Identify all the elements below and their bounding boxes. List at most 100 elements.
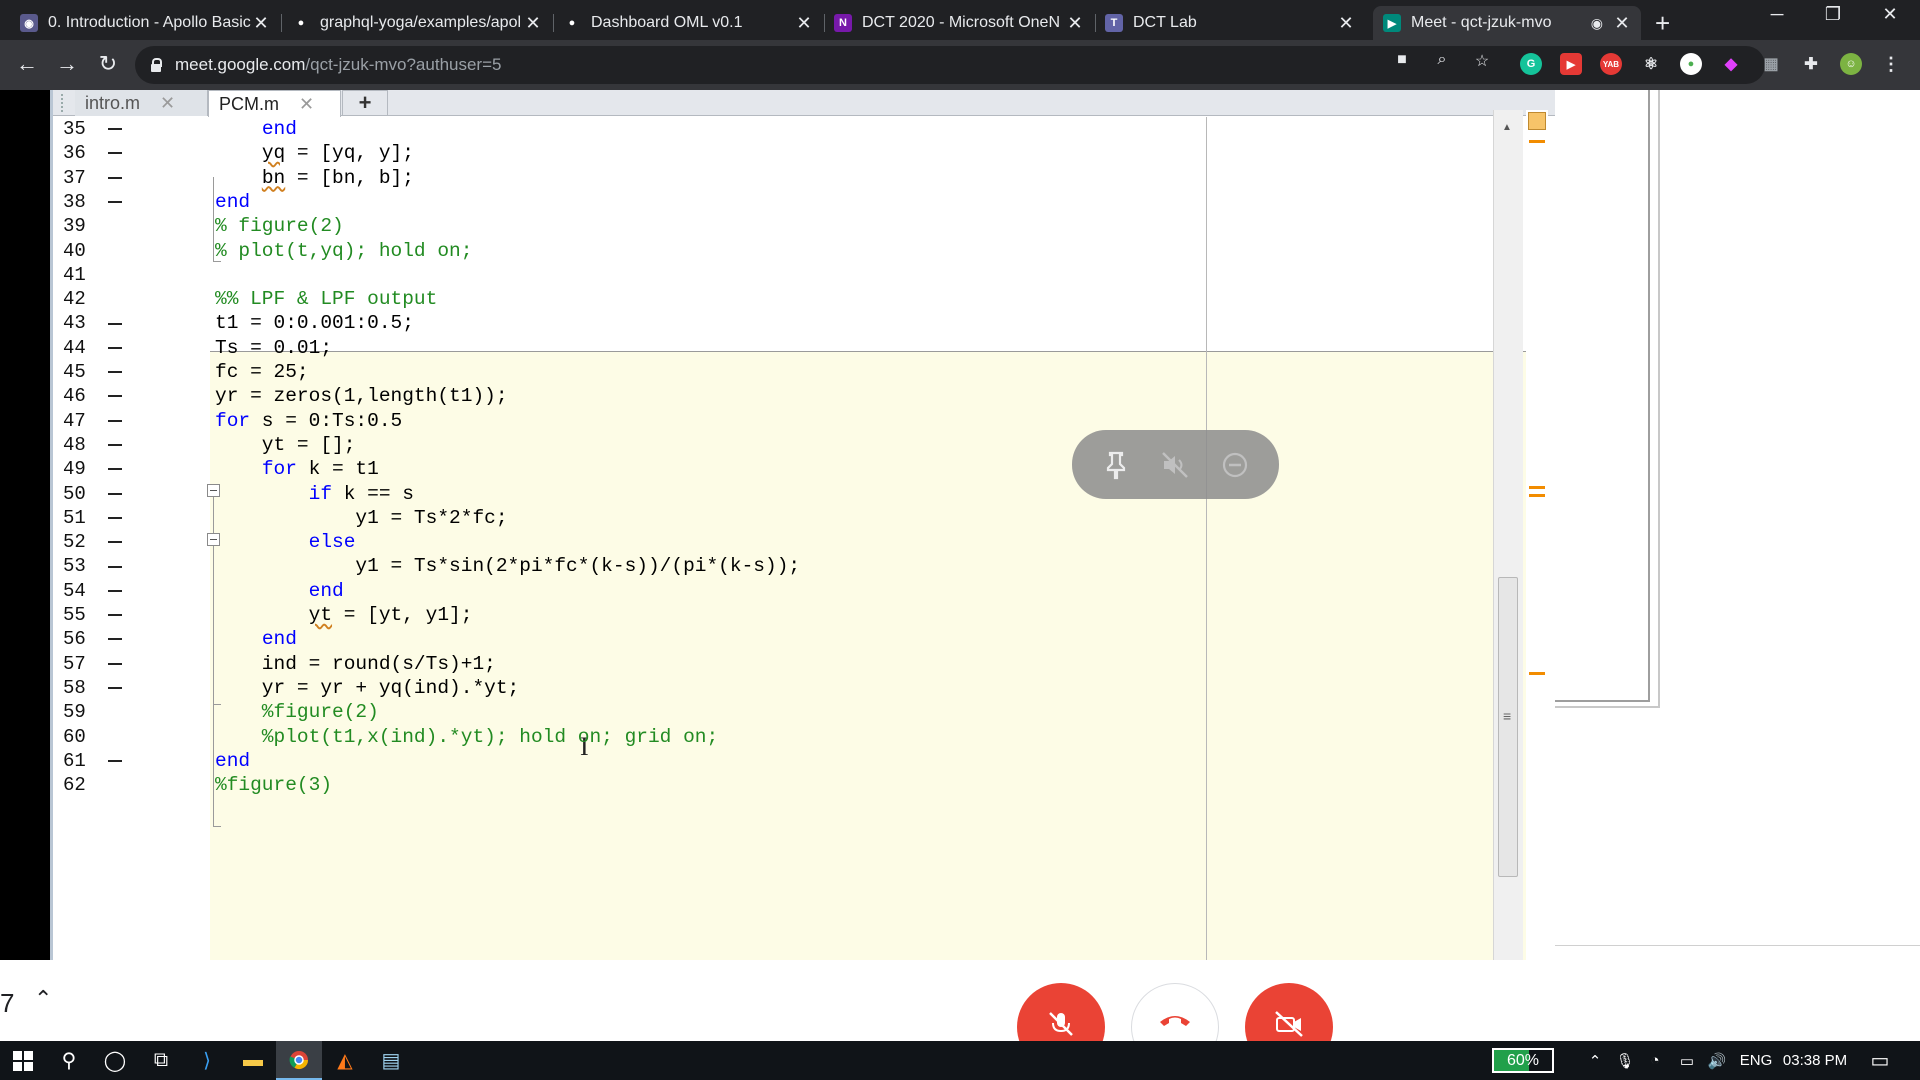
code-line[interactable]: end [215,117,297,141]
code-line[interactable]: y1 = Ts*sin(2*pi*fc*(k-s))/(pi*(k-s)); [215,554,800,578]
pin-icon[interactable] [1096,445,1136,485]
windows-start-icon[interactable] [0,1041,46,1080]
code-line[interactable]: %% LPF & LPF output [215,287,437,311]
search-icon[interactable]: ⚲ [46,1041,92,1080]
breakpoint-dash[interactable] [108,541,122,544]
camera-indicator-icon[interactable]: ■ [1390,51,1414,69]
warning-marker[interactable] [1529,486,1545,489]
code-line[interactable]: if k == s [215,482,414,506]
breakpoint-dash[interactable] [108,565,122,568]
task-view-icon[interactable]: ⧉ [138,1041,184,1080]
close-tab-icon[interactable]: ✕ [795,13,813,34]
breakpoint-dash[interactable] [108,152,122,155]
vscode-icon[interactable]: ⟩ [184,1041,230,1080]
minimize-button[interactable]: ─ [1757,4,1797,25]
restore-button[interactable]: ❐ [1813,4,1853,25]
breakpoint-dash[interactable] [108,444,122,447]
breakpoint-dash[interactable] [108,322,122,325]
code-area[interactable]: I end yq = [yq, y]; bn = [bn, b]; end% fi… [148,117,1543,960]
breakpoint-dash[interactable] [108,614,122,617]
clock[interactable]: 03:38 PM [1780,1041,1850,1080]
chrome-menu-icon[interactable]: ⋮ [1880,53,1902,75]
forward-button[interactable]: → [52,51,82,77]
browser-tab[interactable]: ▶ Meet - qct-jzuk-mvo ◉ ✕ [1373,6,1641,40]
code-line[interactable]: end [215,627,297,651]
reload-button[interactable]: ↻ [93,51,123,77]
extension-grid-icon[interactable]: ▦ [1760,53,1782,75]
extensions-puzzle-icon[interactable]: ✚ [1800,53,1822,75]
code-line[interactable]: yt = [yt, y1]; [215,603,473,627]
battery-indicator[interactable]: 60% [1492,1048,1554,1073]
code-line[interactable]: %plot(t1,x(ind).*yt); hold on; grid on; [215,725,718,749]
notifications-icon[interactable]: ▭ [1860,1041,1900,1080]
code-line[interactable]: t1 = 0:0.001:0.5; [215,311,414,335]
new-file-tab-button[interactable]: + [342,90,388,116]
breakpoint-dash[interactable] [108,492,122,495]
code-line[interactable]: for k = t1 [215,457,379,481]
browser-tab[interactable]: ● Dashboard OML v0.1 ✕ [553,6,823,40]
participant-count[interactable]: 7 [0,988,14,1019]
cortana-icon[interactable]: ◯ [92,1041,138,1080]
code-line[interactable]: end [215,579,344,603]
battery-tray-icon[interactable]: ▭ [1672,1041,1702,1080]
close-tab-icon[interactable]: ✕ [1066,13,1084,34]
matlab-icon[interactable]: ◭ [322,1041,368,1080]
code-line[interactable]: else [215,530,356,554]
warning-marker[interactable] [1529,672,1545,675]
browser-tab[interactable]: ◉ 0. Introduction - Apollo Basic ✕ [10,6,280,40]
code-line[interactable]: %figure(3) [215,773,332,797]
warning-marker[interactable] [1529,494,1545,497]
code-line[interactable]: end [215,190,250,214]
breakpoint-dash[interactable] [108,662,122,665]
code-line[interactable]: yr = zeros(1,length(t1)); [215,384,508,408]
code-line[interactable]: yq = [yq, y]; [215,141,414,165]
bookmark-star-icon[interactable]: ☆ [1470,51,1494,71]
breakpoint-dash[interactable] [108,638,122,641]
code-line[interactable]: y1 = Ts*2*fc; [215,506,507,530]
close-tab-icon[interactable]: ✕ [1337,13,1355,34]
close-tab-icon[interactable]: ✕ [252,13,270,34]
breakpoint-dash[interactable] [108,687,122,690]
grammarly-extension-icon[interactable]: G [1520,53,1542,75]
close-tab-icon[interactable]: ✕ [524,13,542,34]
new-tab-button[interactable]: + [1655,8,1670,39]
chrome-taskbar-icon[interactable] [276,1041,322,1080]
yab-extension-icon[interactable]: YAB [1600,53,1622,75]
file-explorer-icon[interactable]: ▬ [230,1041,276,1080]
volume-icon[interactable]: 🔊 [1702,1041,1732,1080]
analyzer-status-icon[interactable] [1528,112,1546,130]
close-window-button[interactable]: ✕ [1870,4,1910,25]
breakpoint-dash[interactable] [108,589,122,592]
browser-tab[interactable]: ● graphql-yoga/examples/apol ✕ [282,6,552,40]
show-hidden-icons-chevron-icon[interactable]: ⌃ [1580,1041,1610,1080]
back-button[interactable]: ← [12,51,42,77]
breakpoint-dash[interactable] [108,176,122,179]
profile-avatar-icon[interactable]: ☺ [1840,53,1862,75]
scrollbar-thumb[interactable] [1498,577,1518,877]
network-icon[interactable]: ◔ [1640,1041,1670,1080]
microphone-tray-icon[interactable]: 🎙 [1612,1041,1638,1080]
extension-green-icon[interactable]: ● [1680,53,1702,75]
code-line[interactable]: fc = 25; [215,360,309,384]
notepad-icon[interactable]: ▤ [368,1041,414,1080]
mute-audio-icon[interactable] [1155,445,1195,485]
code-line[interactable]: yr = yr + yq(ind).*yt; [215,676,519,700]
color-picker-extension-icon[interactable]: ◆ [1720,53,1742,75]
code-line[interactable]: ind = round(s/Ts)+1; [215,652,496,676]
code-line[interactable]: %figure(2) [215,700,379,724]
code-line[interactable]: % plot(t,yq); hold on; [215,239,472,263]
react-devtools-icon[interactable]: ⚛ [1640,53,1662,75]
extension-red-icon[interactable]: ▶ [1560,53,1582,75]
remove-icon[interactable] [1215,445,1255,485]
file-tab-pcm[interactable]: PCM.m ✕ [208,90,341,117]
close-tab-icon[interactable]: ✕ [160,93,175,114]
code-line[interactable]: Ts = 0.01; [215,336,332,360]
chevron-up-icon[interactable]: ⌃ [34,986,52,1012]
breakpoint-dash[interactable] [108,371,122,374]
close-tab-icon[interactable]: ✕ [299,94,314,115]
breakpoint-dash[interactable] [108,516,122,519]
breakpoint-dash[interactable] [108,201,122,204]
close-tab-icon[interactable]: ✕ [1613,13,1631,34]
scroll-up-arrow-icon[interactable]: ▲ [1502,122,1512,133]
browser-tab[interactable]: N DCT 2020 - Microsoft OneN ✕ [824,6,1094,40]
